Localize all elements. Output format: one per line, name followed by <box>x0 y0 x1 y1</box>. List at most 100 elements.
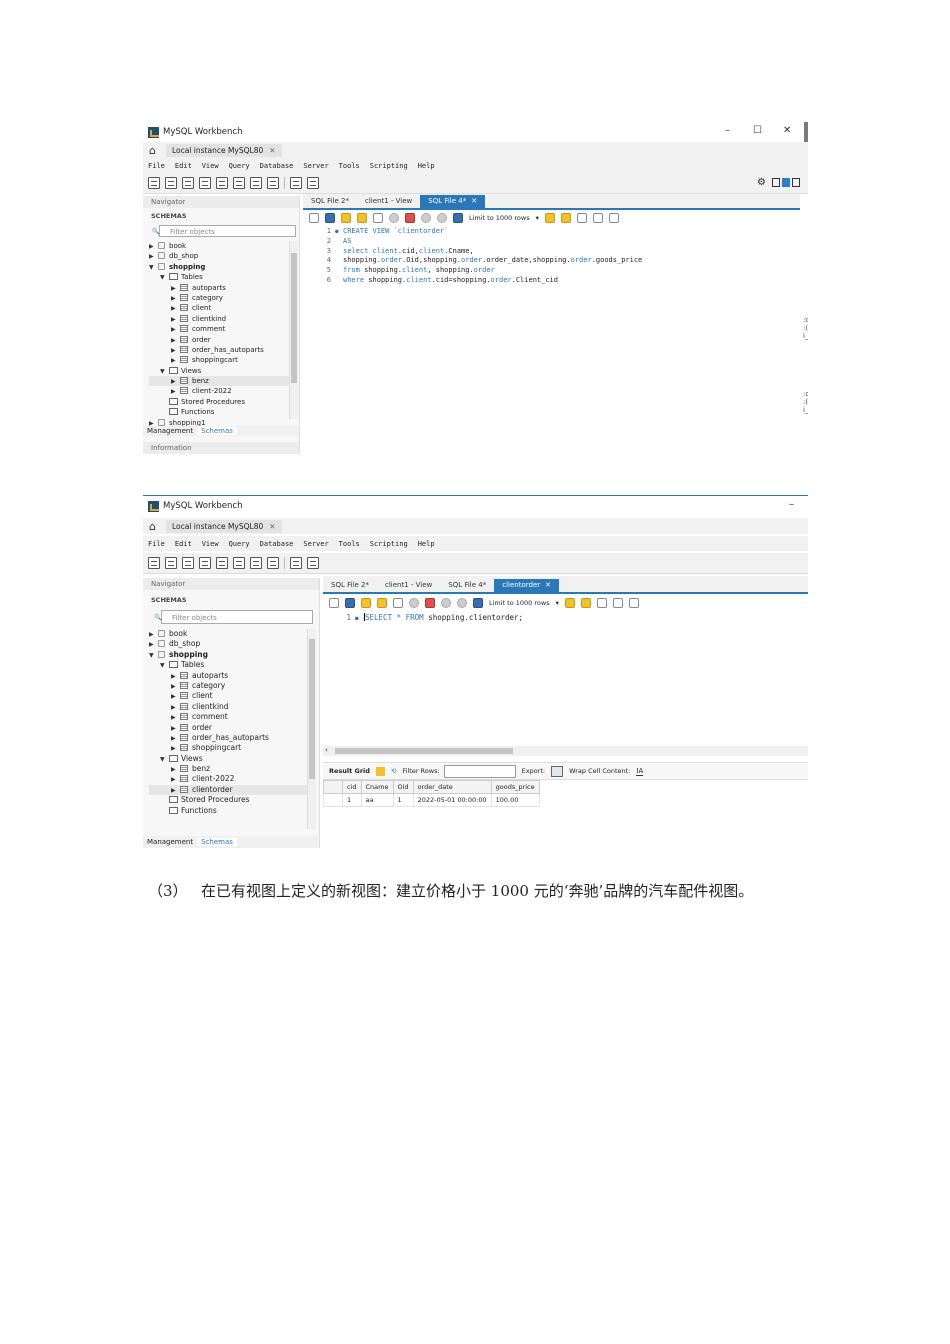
result-grid[interactable]: cid Cname Oid order_date goods_price 1 aa 1 2022… <box>323 780 540 807</box>
table-cell[interactable]: 100.00 <box>490 793 540 807</box>
info-icon[interactable] <box>182 177 194 189</box>
search-table-data-icon[interactable] <box>290 557 302 569</box>
stop-icon[interactable] <box>389 213 399 223</box>
create-view-icon[interactable] <box>233 557 245 569</box>
save-icon[interactable] <box>325 213 335 223</box>
close-tab-icon[interactable]: ✕ <box>269 522 275 531</box>
search-table-data-icon[interactable] <box>290 177 302 189</box>
tree-item[interactable]: ▶ order <box>149 335 291 345</box>
tree-item[interactable]: ▶ client-2022 <box>149 386 291 396</box>
close-button[interactable]: ✕ <box>783 125 791 136</box>
tree-item[interactable]: ▶ category <box>149 293 291 303</box>
toggle-secondary-sidebar-icon[interactable] <box>792 178 800 187</box>
reconnect-icon[interactable] <box>307 557 319 569</box>
tree-item[interactable]: ▶ autoparts <box>149 671 307 681</box>
create-schema-icon[interactable] <box>199 177 211 189</box>
tree-item[interactable]: ▶ clientorder <box>149 784 307 796</box>
create-procedure-icon[interactable] <box>250 557 262 569</box>
sql-tab[interactable]: client1 - View <box>357 195 420 208</box>
open-folder-icon[interactable] <box>329 598 339 608</box>
create-table-icon[interactable] <box>216 177 228 189</box>
wrap-cell-icon[interactable]: IA <box>636 767 644 776</box>
dropdown-arrow-icon[interactable]: ▾ <box>536 214 539 222</box>
tree-item[interactable]: ▶ shoppingcart <box>149 743 307 753</box>
menu-item[interactable]: Edit <box>175 162 192 170</box>
sql-editor[interactable]: 1 ● CREATE VIEW `clientorder` 2 AS 3 select cl… <box>303 227 800 286</box>
sql-tab[interactable]: SQL File 4* ✕ <box>420 195 486 208</box>
minimize-button[interactable]: – <box>725 125 730 136</box>
tree-item[interactable]: ▶ db_shop <box>149 639 307 649</box>
menu-item[interactable]: Scripting <box>370 162 408 170</box>
navigator-tab-management[interactable]: Management <box>143 838 197 846</box>
autocommit-icon[interactable] <box>453 213 463 223</box>
row-selector[interactable] <box>323 793 343 807</box>
tree-scrollbar[interactable] <box>307 629 316 829</box>
tree-item[interactable]: ▼ shopping <box>149 262 291 272</box>
autocommit-icon[interactable] <box>473 598 483 608</box>
rollback-icon[interactable] <box>457 598 467 608</box>
explain-icon[interactable] <box>373 213 383 223</box>
filter-objects-input[interactable]: Filter objects <box>154 610 313 625</box>
new-sql-tab-icon[interactable] <box>148 177 160 189</box>
tree-item[interactable]: ▶ book <box>149 241 291 251</box>
toggle-error-icon[interactable] <box>425 598 435 608</box>
tree-item[interactable]: ▼ Views <box>149 754 307 764</box>
limit-rows-select[interactable]: Limit to 1000 rows <box>489 599 550 607</box>
table-cell[interactable]: aa <box>360 793 394 807</box>
info-icon[interactable] <box>182 557 194 569</box>
execute-icon[interactable] <box>361 598 371 608</box>
open-sql-script-icon[interactable] <box>165 177 177 189</box>
connection-tab[interactable]: Local instance MySQL80 ✕ <box>165 143 282 157</box>
result-grid-tab[interactable]: Result Grid <box>329 767 370 775</box>
create-schema-icon[interactable] <box>199 557 211 569</box>
tree-item[interactable]: ▶ db_shop <box>149 251 291 261</box>
find-icon[interactable] <box>596 598 607 608</box>
tree-item[interactable]: Functions <box>149 806 307 816</box>
execute-current-icon[interactable] <box>377 598 387 608</box>
find-icon[interactable] <box>576 213 587 223</box>
wrap-lines-icon[interactable] <box>608 213 619 223</box>
close-tab-icon[interactable]: ✕ <box>269 146 275 155</box>
navigator-tab-management[interactable]: Management <box>143 427 197 435</box>
invisible-chars-icon[interactable] <box>612 598 623 608</box>
column-header-cid[interactable]: cid <box>342 780 362 794</box>
tree-scrollbar-thumb[interactable] <box>309 639 315 779</box>
column-header-goods_price[interactable]: goods_price <box>490 780 540 794</box>
filter-rows-input[interactable] <box>443 764 516 778</box>
dropdown-arrow-icon[interactable]: ▾ <box>556 599 559 607</box>
close-tab-icon[interactable]: ✕ <box>545 581 551 589</box>
navigator-tab-schemas[interactable]: Schemas <box>197 427 237 435</box>
open-sql-script-icon[interactable] <box>165 557 177 569</box>
tree-item[interactable]: ▶ book <box>149 629 307 639</box>
tree-item[interactable]: ▶ client <box>149 303 291 313</box>
editor-horizontal-scrollbar[interactable]: ‹ <box>323 746 808 756</box>
save-icon[interactable] <box>345 598 355 608</box>
create-function-icon[interactable] <box>267 177 279 189</box>
sql-tab[interactable]: SQL File 2* <box>303 195 357 208</box>
menu-item[interactable]: Help <box>418 540 435 548</box>
close-tab-icon[interactable]: ✕ <box>471 197 477 205</box>
column-header-order_date[interactable]: order_date <box>412 780 492 794</box>
tree-item[interactable]: ▶ clientkind <box>149 314 291 324</box>
create-procedure-icon[interactable] <box>250 177 262 189</box>
menu-item[interactable]: Database <box>260 540 294 548</box>
sql-tab[interactable]: SQL File 2* <box>323 579 377 592</box>
editor-horizontal-scrollbar-thumb[interactable] <box>335 748 513 754</box>
tree-item[interactable]: ▶ client-2022 <box>149 774 307 784</box>
create-table-icon[interactable] <box>216 557 228 569</box>
export-icon[interactable] <box>551 765 564 777</box>
sql-tab[interactable]: client1 - View <box>377 579 440 592</box>
navigator-tab-schemas[interactable]: Schemas <box>197 838 237 846</box>
create-view-icon[interactable] <box>233 177 245 189</box>
menu-item[interactable]: Tools <box>339 540 360 548</box>
tree-item[interactable]: ▼ Tables <box>149 272 291 282</box>
menu-item[interactable]: View <box>202 162 219 170</box>
brush-icon[interactable] <box>560 213 571 223</box>
home-icon[interactable]: ⌂ <box>149 144 156 157</box>
tree-item[interactable]: Stored Procedures <box>149 795 307 805</box>
execute-icon[interactable] <box>341 213 351 223</box>
tree-item[interactable]: ▼ Tables <box>149 660 307 670</box>
menu-item[interactable]: File <box>148 162 165 170</box>
connection-tab[interactable]: Local instance MySQL80 ✕ <box>165 519 282 533</box>
sql-tab[interactable]: clientorder ✕ <box>494 579 560 592</box>
